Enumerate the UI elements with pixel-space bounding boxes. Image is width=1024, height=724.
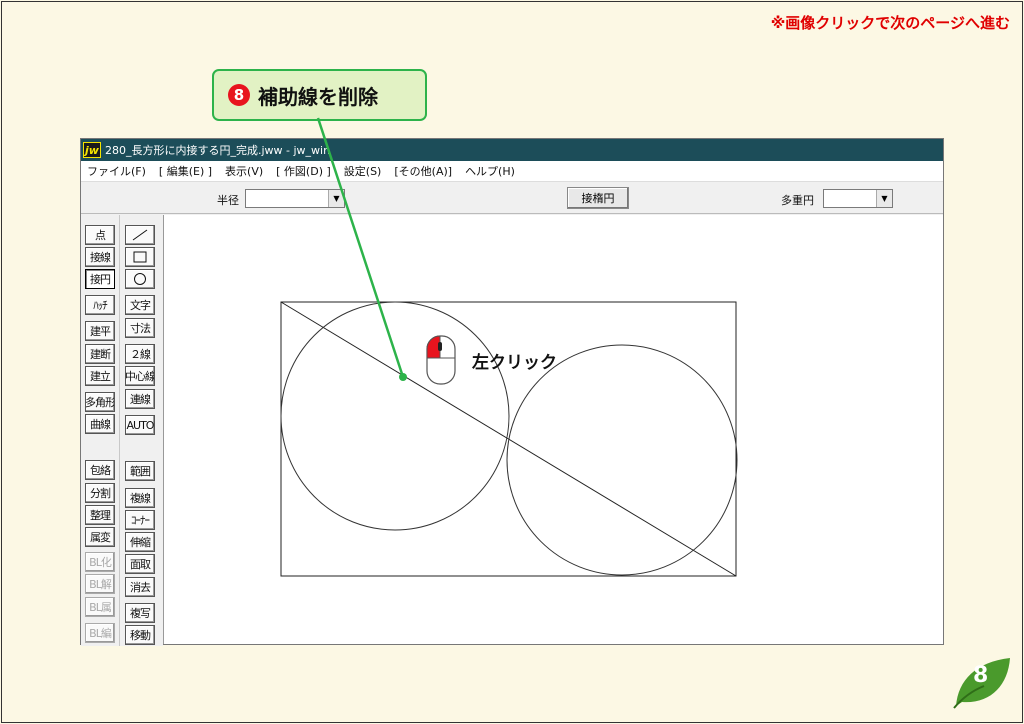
drawing (280, 301, 738, 577)
tool-range[interactable]: 範囲 (125, 461, 155, 481)
tool-hatch[interactable]: ﾊｯﾁ (85, 295, 115, 315)
multi-circle-combo[interactable]: ▼ (823, 189, 893, 208)
tool-connect-line[interactable]: 連線 (125, 389, 155, 409)
tool-center-line[interactable]: 中心線 (125, 366, 155, 386)
options-toolbar: 半径 ▼ 接楕円 多重円 ▼ (81, 182, 943, 214)
page-number: 8 (973, 663, 989, 688)
step-number-badge: 8 (228, 84, 250, 106)
menu-edit[interactable]: [ 編集(E) ] (159, 163, 212, 179)
left-click-label: 左クリック (472, 353, 557, 373)
jw-win-window: jw 280_長方形に内接する円_完成.jww - jw_win ファイル(F)… (80, 138, 944, 646)
tool-erase[interactable]: 消去 (125, 577, 155, 597)
chevron-down-icon[interactable]: ▼ (876, 190, 892, 207)
tool-block-attr: BL属 (85, 597, 115, 617)
tool-double-line[interactable]: ２線 (125, 344, 155, 364)
step-title: 補助線を削除 (258, 84, 378, 109)
tool-block-create: BL化 (85, 552, 115, 572)
tool-divide[interactable]: 分割 (85, 483, 115, 503)
tool-elevation[interactable]: 建立 (85, 366, 115, 386)
menu-view[interactable]: 表示(V) (225, 163, 263, 179)
menu-bar: ファイル(F) [ 編集(E) ] 表示(V) [ 作図(D) ] 設定(S) … (81, 161, 943, 182)
inscribed-circle-right (506, 344, 738, 576)
drawing-canvas[interactable] (163, 215, 943, 644)
tool-corner[interactable]: ｺｰﾅｰ (125, 510, 155, 530)
tool-auto[interactable]: AUTO (125, 415, 155, 435)
tool-chamfer[interactable]: 面取 (125, 554, 155, 574)
tool-section[interactable]: 建断 (85, 344, 115, 364)
radius-combo[interactable]: ▼ (245, 189, 345, 208)
radius-label: 半径 (217, 194, 239, 207)
tool-envelope[interactable]: 包絡 (85, 460, 115, 480)
menu-settings[interactable]: 設定(S) (344, 163, 382, 179)
menu-other[interactable]: [その他(A)] (394, 163, 452, 179)
tool-copy[interactable]: 複写 (125, 603, 155, 623)
tool-circle[interactable] (125, 269, 155, 289)
tool-palette: 点 接線 接円 ﾊｯﾁ 建平 建断 建立 多角形 曲線 包絡 分割 整理 属変 … (81, 215, 163, 646)
title-bar: jw 280_長方形に内接する円_完成.jww - jw_win (81, 139, 943, 161)
tool-text[interactable]: 文字 (125, 295, 155, 315)
tool-offset-line[interactable]: 複線 (125, 488, 155, 508)
next-page-hint[interactable]: ※画像クリックで次のページへ進む (771, 12, 1010, 33)
tool-tangent-circle[interactable]: 接円 (85, 269, 115, 289)
menu-help[interactable]: ヘルプ(H) (465, 163, 515, 179)
tool-polygon[interactable]: 多角形 (85, 392, 115, 412)
tool-rectangle[interactable] (125, 247, 155, 267)
menu-draw[interactable]: [ 作図(D) ] (276, 163, 331, 179)
circle-icon (134, 273, 146, 285)
mouse-left-click-icon (426, 335, 456, 385)
tool-point[interactable]: 点 (85, 225, 115, 245)
multi-circle-label: 多重円 (781, 194, 814, 207)
tool-column-divider (119, 215, 120, 646)
tool-dimension[interactable]: 寸法 (125, 318, 155, 338)
tool-move[interactable]: 移動 (125, 625, 155, 645)
menu-file[interactable]: ファイル(F) (87, 163, 146, 179)
tool-plan[interactable]: 建平 (85, 321, 115, 341)
tangent-ellipse-button[interactable]: 接楕円 (567, 187, 629, 209)
tool-curve[interactable]: 曲線 (85, 414, 115, 434)
tool-change-attr[interactable]: 属変 (85, 527, 115, 547)
line-icon (132, 229, 148, 241)
window-title: 280_長方形に内接する円_完成.jww - jw_win (105, 144, 331, 157)
tool-arrange[interactable]: 整理 (85, 505, 115, 525)
step-callout: 8 補助線を削除 (212, 69, 427, 121)
tool-line[interactable] (125, 225, 155, 245)
tool-block-edit: BL編 (85, 623, 115, 643)
tool-stretch[interactable]: 伸縮 (125, 532, 155, 552)
chevron-down-icon[interactable]: ▼ (328, 190, 344, 207)
rectangle-icon (133, 251, 147, 263)
inscribed-circle-left (280, 301, 510, 531)
tool-block-explode: BL解 (85, 574, 115, 594)
tool-tangent-line[interactable]: 接線 (85, 247, 115, 267)
jw-app-icon: jw (83, 142, 101, 158)
